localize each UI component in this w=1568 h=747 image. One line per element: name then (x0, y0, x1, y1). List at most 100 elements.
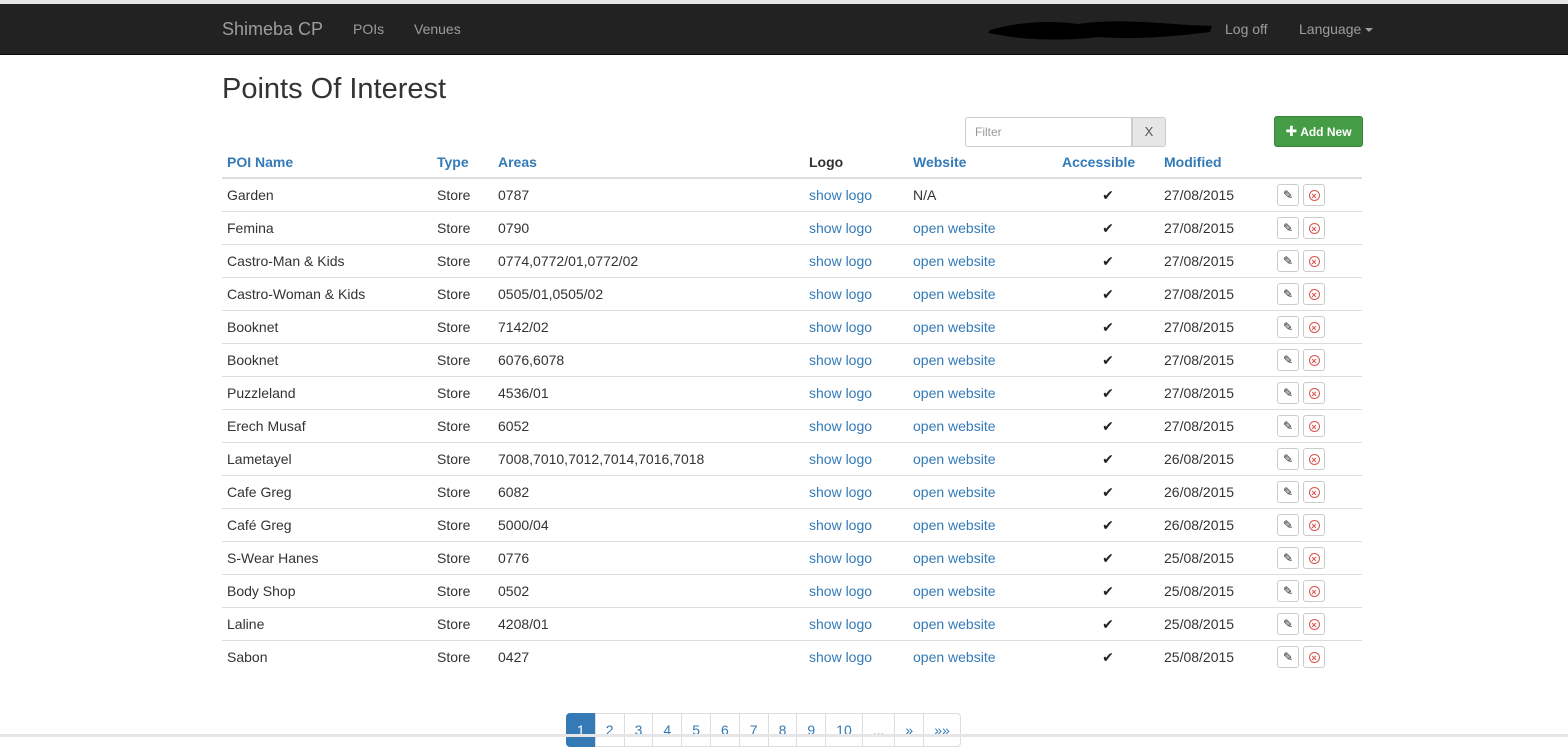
header-website[interactable]: Website (908, 146, 1057, 179)
edit-button[interactable]: ✎ (1277, 646, 1299, 668)
delete-button[interactable]: × (1303, 250, 1325, 272)
delete-button[interactable]: × (1303, 349, 1325, 371)
language-dropdown[interactable]: Language (1299, 21, 1374, 37)
next-page-button[interactable]: » (894, 713, 925, 747)
table-row: Café Greg Store 5000/04 show logo open websi… (222, 508, 1362, 542)
edit-button[interactable]: ✎ (1277, 349, 1299, 371)
show-logo-link[interactable]: show logo (809, 649, 872, 665)
edit-button[interactable]: ✎ (1277, 415, 1299, 437)
show-logo-link[interactable]: show logo (809, 253, 872, 269)
delete-button[interactable]: × (1303, 514, 1325, 536)
delete-button[interactable]: × (1303, 316, 1325, 338)
open-website-link[interactable]: open website (913, 220, 996, 236)
delete-button[interactable]: × (1303, 415, 1325, 437)
page-1-button[interactable]: 1 (566, 713, 596, 747)
poi-name-cell: Castro-Man & Kids (222, 244, 432, 278)
table-row: Castro-Woman & Kids Store 0505/01,0505/02 s… (222, 277, 1362, 311)
table-row: Booknet Store 6076,6078 show logo open websi… (222, 343, 1362, 377)
show-logo-link[interactable]: show logo (809, 583, 872, 599)
check-icon: ✔ (1102, 615, 1114, 632)
page-2-button[interactable]: 2 (594, 713, 625, 747)
page-7-button[interactable]: 7 (738, 713, 769, 747)
open-website-link[interactable]: open website (913, 583, 996, 599)
last-page-button[interactable]: »» (923, 713, 961, 747)
table-row: Sabon Store 0427 show logo open website ✔ 25/0… (222, 640, 1362, 673)
table-header-row: POI Name Type Areas Logo Website Accessi… (222, 146, 1362, 179)
delete-button[interactable]: × (1303, 580, 1325, 602)
modified-cell: 27/08/2015 (1159, 409, 1272, 443)
edit-button[interactable]: ✎ (1277, 250, 1299, 272)
open-website-link[interactable]: open website (913, 451, 996, 467)
nav-link-venues[interactable]: Venues (414, 21, 461, 37)
filter-clear-button[interactable]: X (1132, 117, 1166, 147)
show-logo-link[interactable]: show logo (809, 418, 872, 434)
show-logo-link[interactable]: show logo (809, 286, 872, 302)
brand-link[interactable]: Shimeba CP (222, 19, 323, 40)
table-row: Castro-Man & Kids Store 0774,0772/01,0772/… (222, 244, 1362, 278)
edit-button[interactable]: ✎ (1277, 580, 1299, 602)
open-website-link[interactable]: open website (913, 484, 996, 500)
header-modified[interactable]: Modified (1159, 146, 1272, 179)
show-logo-link[interactable]: show logo (809, 352, 872, 368)
delete-button[interactable]: × (1303, 382, 1325, 404)
poi-name-cell: Laline (222, 607, 432, 641)
show-logo-link[interactable]: show logo (809, 385, 872, 401)
page-4-button[interactable]: 4 (652, 713, 683, 747)
show-logo-link[interactable]: show logo (809, 517, 872, 533)
delete-button[interactable]: × (1303, 547, 1325, 569)
page-3-button[interactable]: 3 (623, 713, 654, 747)
open-website-link[interactable]: open website (913, 286, 996, 302)
add-new-button[interactable]: ✚ Add New (1274, 116, 1363, 147)
delete-button[interactable]: × (1303, 283, 1325, 305)
edit-button[interactable]: ✎ (1277, 448, 1299, 470)
page-8-button[interactable]: 8 (767, 713, 798, 747)
delete-button[interactable]: × (1303, 217, 1325, 239)
nav-link-pois[interactable]: POIs (353, 21, 384, 37)
show-logo-link[interactable]: show logo (809, 484, 872, 500)
delete-button[interactable]: × (1303, 646, 1325, 668)
header-type[interactable]: Type (432, 146, 493, 179)
pencil-icon: ✎ (1282, 551, 1294, 565)
edit-button[interactable]: ✎ (1277, 316, 1299, 338)
log-off-link[interactable]: Log off (1225, 21, 1268, 37)
header-accessible[interactable]: Accessible (1057, 146, 1159, 179)
header-poi-name[interactable]: POI Name (222, 146, 432, 179)
show-logo-link[interactable]: show logo (809, 550, 872, 566)
show-logo-link[interactable]: show logo (809, 220, 872, 236)
open-website-link[interactable]: open website (913, 352, 996, 368)
open-website-link[interactable]: open website (913, 418, 996, 434)
header-areas[interactable]: Areas (493, 146, 804, 179)
open-website-link[interactable]: open website (913, 253, 996, 269)
filter-input[interactable] (965, 117, 1132, 147)
edit-button[interactable]: ✎ (1277, 283, 1299, 305)
delete-button[interactable]: × (1303, 184, 1325, 206)
delete-button[interactable]: × (1303, 448, 1325, 470)
remove-circle-icon: × (1308, 421, 1320, 433)
open-website-link[interactable]: open website (913, 385, 996, 401)
page-6-button[interactable]: 6 (709, 713, 740, 747)
show-logo-link[interactable]: show logo (809, 616, 872, 632)
edit-button[interactable]: ✎ (1277, 217, 1299, 239)
modified-cell: 26/08/2015 (1159, 442, 1272, 476)
page-9-button[interactable]: 9 (796, 713, 827, 747)
show-logo-link[interactable]: show logo (809, 319, 872, 335)
edit-button[interactable]: ✎ (1277, 547, 1299, 569)
open-website-link[interactable]: open website (913, 319, 996, 335)
page-5-button[interactable]: 5 (681, 713, 711, 747)
edit-button[interactable]: ✎ (1277, 481, 1299, 503)
edit-button[interactable]: ✎ (1277, 382, 1299, 404)
page-10-button[interactable]: 10 (825, 713, 863, 747)
open-website-link[interactable]: open website (913, 517, 996, 533)
show-logo-link[interactable]: show logo (809, 451, 872, 467)
open-website-link[interactable]: open website (913, 550, 996, 566)
show-logo-link[interactable]: show logo (809, 187, 872, 203)
delete-button[interactable]: × (1303, 613, 1325, 635)
delete-button[interactable]: × (1303, 481, 1325, 503)
modified-cell: 25/08/2015 (1159, 640, 1272, 673)
open-website-link[interactable]: open website (913, 616, 996, 632)
edit-button[interactable]: ✎ (1277, 514, 1299, 536)
open-website-link[interactable]: open website (913, 649, 996, 665)
edit-button[interactable]: ✎ (1277, 184, 1299, 206)
edit-button[interactable]: ✎ (1277, 613, 1299, 635)
modified-cell: 27/08/2015 (1159, 310, 1272, 344)
